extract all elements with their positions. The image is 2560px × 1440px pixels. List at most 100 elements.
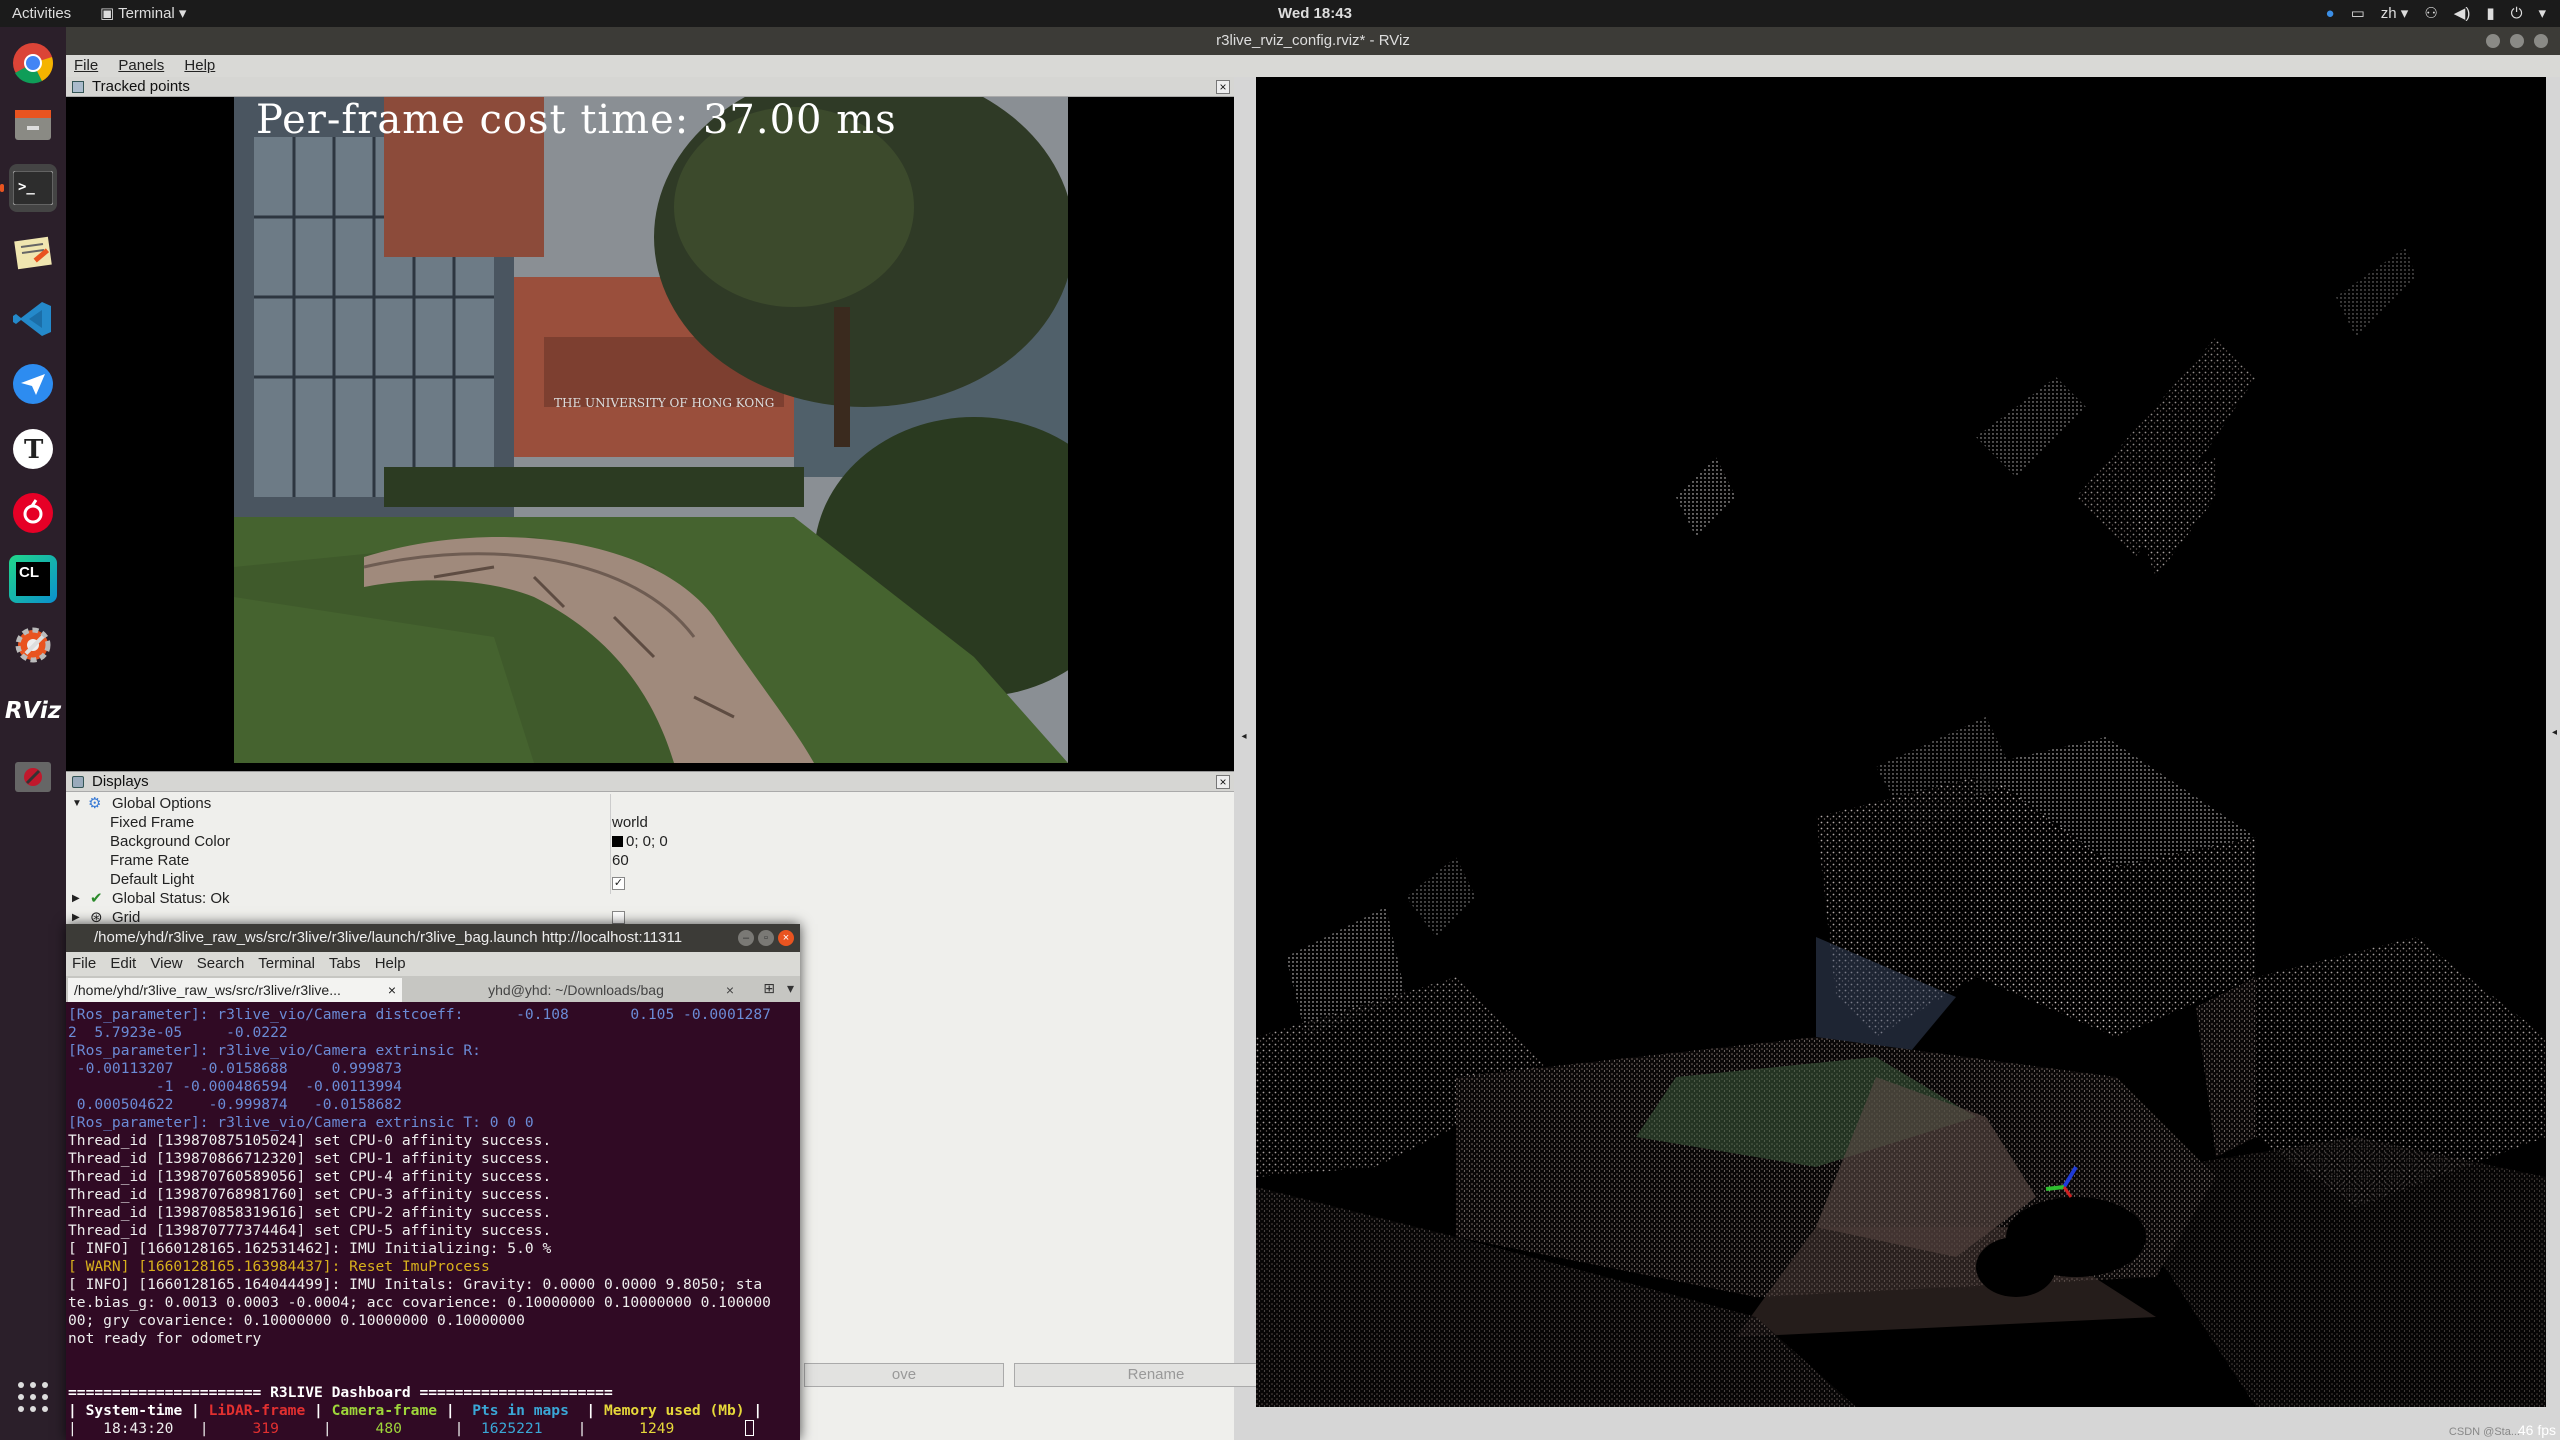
app-menu[interactable]: ▣ Terminal ▾	[100, 0, 186, 27]
remove-button[interactable]: ove	[804, 1363, 1004, 1387]
term-line: not ready for odometry	[68, 1330, 262, 1347]
3d-view[interactable]	[1256, 77, 2546, 1407]
tree-row-frame-rate[interactable]: Frame Rate 60	[66, 851, 1234, 870]
camera-image: THE UNIVERSITY OF HONG KONG Per-frame co…	[234, 97, 1068, 763]
term-line: [Ros_parameter]: r3live_vio/Camera extri…	[68, 1042, 481, 1059]
color-swatch	[612, 836, 623, 847]
text-editor-icon[interactable]	[9, 229, 57, 277]
volume-icon[interactable]: ◀)	[2454, 0, 2471, 27]
splitter-handle[interactable]: ◂	[1236, 727, 1252, 747]
collapse-arrow-icon[interactable]: ▼	[72, 794, 82, 813]
minimize-button[interactable]: –	[738, 930, 754, 946]
menu-edit[interactable]: Edit	[110, 955, 136, 972]
panel-close-button[interactable]: ×	[1216, 80, 1230, 94]
terminal-tabs: /home/yhd/r3live_raw_ws/src/r3live/r3liv…	[66, 976, 800, 1002]
svg-text:THE UNIVERSITY OF HONG KONG: THE UNIVERSITY OF HONG KONG	[554, 396, 774, 410]
menu-search[interactable]: Search	[197, 955, 245, 972]
background-color-value[interactable]: 0; 0; 0	[612, 832, 668, 851]
menu-panels[interactable]: Panels	[110, 55, 172, 77]
rviz-icon[interactable]: RViz	[5, 687, 61, 735]
dash-header-system-time: System-time	[85, 1402, 183, 1419]
background-color-text: 0; 0; 0	[626, 833, 668, 850]
close-button[interactable]: ×	[778, 930, 794, 946]
menu-tabs[interactable]: Tabs	[329, 955, 361, 972]
maximize-button[interactable]	[2510, 34, 2524, 48]
new-tab-icon[interactable]: ⊞	[763, 980, 775, 997]
terminal-cursor	[744, 1420, 754, 1436]
terminal-icon[interactable]: >_	[0, 164, 57, 212]
terminal-title: /home/yhd/r3live_raw_ws/src/r3live/r3liv…	[94, 929, 683, 946]
keyboard-icon[interactable]: ▭	[2351, 0, 2365, 27]
point-cloud-render	[1256, 247, 2546, 1407]
network-icon[interactable]: ⚇	[2424, 0, 2437, 27]
menu-file[interactable]: File	[66, 55, 106, 77]
tab-r3live-launch[interactable]: /home/yhd/r3live_raw_ws/src/r3live/r3liv…	[68, 978, 402, 1002]
fixed-frame-value[interactable]: world	[612, 813, 648, 832]
close-button[interactable]	[2534, 34, 2548, 48]
recorder-icon[interactable]	[9, 753, 57, 801]
dash-value-lidar: 319	[252, 1420, 279, 1437]
menu-help[interactable]: Help	[375, 955, 406, 972]
default-light-checkbox[interactable]: ✓	[612, 870, 625, 890]
clock[interactable]: Wed 18:43	[1278, 0, 1352, 27]
tab-downloads-bag[interactable]: yhd@yhd: ~/Downloads/bag ×	[406, 978, 740, 1002]
tree-row-background-color[interactable]: Background Color 0; 0; 0	[66, 832, 1234, 851]
term-line: [ WARN] [1660128165.163984437]: Reset Im…	[68, 1258, 490, 1275]
system-tray[interactable]: ● ▭ zh ▾ ⚇ ◀) ▮ ⏻ ▾	[2326, 0, 2546, 27]
netease-music-icon[interactable]	[9, 489, 57, 537]
terminal-titlebar[interactable]: /home/yhd/r3live_raw_ws/src/r3live/r3liv…	[66, 924, 800, 952]
term-line: ​	[68, 1366, 792, 1384]
chrome-icon[interactable]	[9, 39, 57, 87]
show-applications-icon[interactable]	[18, 1382, 48, 1412]
dash-header-memory: Memory used (Mb)	[604, 1402, 745, 1419]
terminal-output[interactable]: [Ros_parameter]: r3live_vio/Camera distc…	[68, 1006, 792, 1440]
tracked-points-header[interactable]: Tracked points ×	[66, 77, 1234, 97]
tree-row-fixed-frame[interactable]: Fixed Frame world	[66, 813, 1234, 832]
menu-view[interactable]: View	[150, 955, 182, 972]
tabs-menu-icon[interactable]: ▾	[787, 980, 794, 997]
minimize-button[interactable]	[2486, 34, 2500, 48]
tree-row-global-options[interactable]: ▼ ⚙ Global Options	[66, 794, 1234, 813]
top-bar: Activities ▣ Terminal ▾ Wed 18:43 ● ▭ zh…	[0, 0, 2560, 27]
tab-close-icon[interactable]: ×	[726, 978, 734, 1002]
tree-row-global-status[interactable]: ▶ ✔ Global Status: Ok	[66, 889, 1234, 908]
dash-value-memory: 1249	[639, 1420, 675, 1437]
term-line: -1 -0.000486594 -0.00113994	[68, 1078, 402, 1095]
displays-close-button[interactable]: ×	[1216, 775, 1230, 789]
displays-header[interactable]: Displays ×	[66, 772, 1234, 792]
term-line: [Ros_parameter]: r3live_vio/Camera extri…	[68, 1114, 534, 1131]
battery-icon[interactable]: ▮	[2486, 0, 2494, 27]
files-icon[interactable]	[9, 100, 57, 148]
clion-icon[interactable]: CL	[9, 555, 57, 603]
input-method-indicator[interactable]: zh ▾	[2381, 0, 2409, 27]
dash-value-camera: 480	[375, 1420, 402, 1437]
gear-icon: ⚙	[88, 795, 102, 812]
typora-icon[interactable]: T	[9, 425, 57, 473]
background-color-label: Background Color	[110, 833, 231, 850]
frame-rate-value[interactable]: 60	[612, 851, 629, 870]
rviz-window-title: r3live_rviz_config.rviz* - RViz	[1216, 32, 1410, 49]
tab-label: /home/yhd/r3live_raw_ws/src/r3live/r3liv…	[74, 982, 341, 998]
maximize-button[interactable]: ▫	[758, 930, 774, 946]
menu-file[interactable]: File	[72, 955, 96, 972]
dash-header-pts: Pts in maps	[472, 1402, 569, 1419]
feishu-icon[interactable]	[9, 360, 57, 408]
term-line: [Ros_parameter]: r3live_vio/Camera distc…	[68, 1006, 771, 1023]
power-icon[interactable]: ⏻	[2511, 0, 2523, 27]
term-line: Thread_id [139870768981760] set CPU-3 af…	[68, 1186, 552, 1203]
activities-button[interactable]: Activities	[12, 0, 71, 27]
right-splitter-handle[interactable]: ◂	[2552, 727, 2560, 738]
dash-header-camera: Camera-frame	[331, 1402, 438, 1419]
menu-terminal[interactable]: Terminal	[258, 955, 315, 972]
tree-row-default-light[interactable]: Default Light ✓	[66, 870, 1234, 890]
settings-icon[interactable]	[9, 621, 57, 669]
network-status-icon[interactable]: ●	[2326, 0, 2335, 27]
menu-help[interactable]: Help	[176, 55, 223, 77]
expand-arrow-icon[interactable]: ▶	[72, 889, 80, 908]
vscode-icon[interactable]	[9, 295, 57, 343]
system-menu-caret[interactable]: ▾	[2538, 0, 2546, 27]
term-line: ​	[68, 1348, 792, 1366]
dashboard-banner: ====================== R3LIVE Dashboard …	[68, 1384, 613, 1401]
tab-close-icon[interactable]: ×	[388, 978, 396, 1002]
rviz-titlebar[interactable]: r3live_rviz_config.rviz* - RViz	[66, 27, 2560, 55]
